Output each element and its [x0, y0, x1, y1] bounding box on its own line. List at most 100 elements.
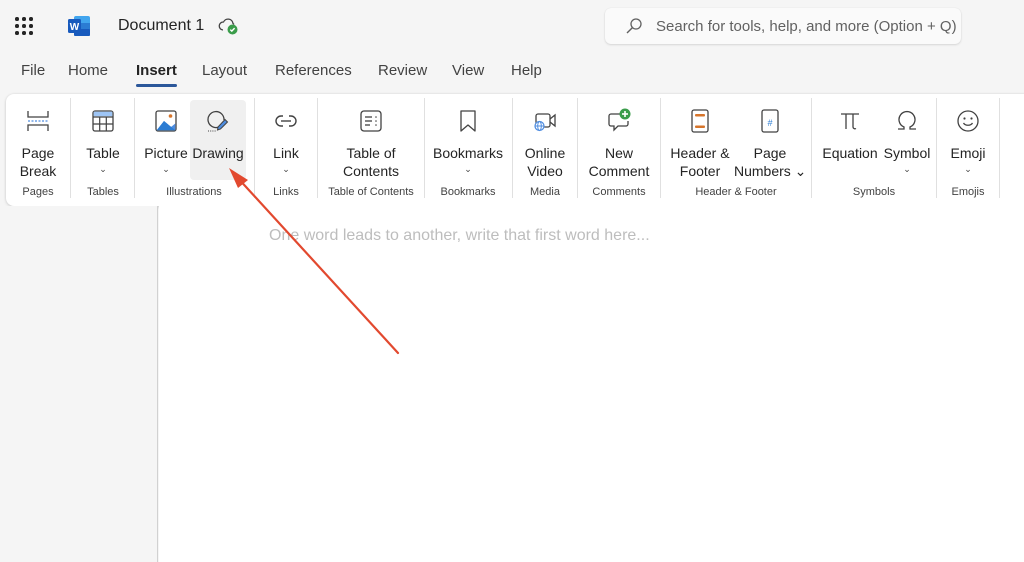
drawing-icon: [207, 110, 229, 132]
tab-review[interactable]: Review: [378, 62, 427, 79]
group-media: Online Video Media: [514, 98, 576, 202]
page-numbers-label-2: Numbers ⌄: [734, 163, 807, 179]
tab-help[interactable]: Help: [511, 62, 542, 79]
group-divider: [660, 98, 661, 198]
online-video-button[interactable]: Online Video: [517, 100, 573, 180]
header-footer-label-1: Header &: [670, 145, 730, 161]
emoji-smiley-icon: [957, 110, 979, 132]
emoji-label: Emoji: [950, 145, 986, 161]
document-placeholder[interactable]: One word leads to another, write that fi…: [269, 227, 650, 245]
ribbon-insert: Page Break Pages Table ⌄ Tables Picture …: [6, 94, 1024, 206]
online-video-icon: [534, 113, 556, 132]
word-logo-icon[interactable]: W: [67, 15, 91, 37]
cloud-saved-icon[interactable]: [218, 16, 240, 36]
new-comment-button[interactable]: New Comment: [583, 100, 655, 180]
document-page[interactable]: One word leads to another, write that fi…: [159, 206, 1024, 562]
title-bar: W Document 1 Search for tools, help, and…: [0, 0, 1024, 52]
symbol-label: Symbol: [883, 145, 931, 161]
tab-file[interactable]: File: [21, 62, 45, 79]
equation-button[interactable]: Equation: [817, 100, 883, 180]
tab-home[interactable]: Home: [68, 62, 108, 79]
table-label: Table: [86, 145, 120, 161]
header-footer-button[interactable]: Header & Footer: [666, 100, 734, 180]
group-comments: New Comment Comments: [579, 98, 659, 202]
chevron-down-icon: ⌄: [964, 164, 972, 174]
svg-text:#: #: [767, 118, 772, 128]
group-symbols: Equation Symbol ⌄ Symbols: [813, 98, 935, 202]
picture-button[interactable]: Picture ⌄: [138, 100, 194, 180]
document-title[interactable]: Document 1: [118, 17, 204, 35]
page-numbers-label-1: Page: [753, 145, 787, 161]
group-links: Link ⌄ Links: [256, 98, 316, 202]
equation-label: Equation: [822, 145, 878, 161]
picture-label: Picture: [144, 145, 188, 161]
chevron-down-icon: ⌄: [903, 164, 911, 174]
header-footer-label-2: Footer: [679, 163, 721, 179]
group-label-bookmarks: Bookmarks: [440, 186, 496, 198]
group-label-media: Media: [530, 186, 560, 198]
online-video-label-2: Video: [527, 163, 563, 179]
group-divider: [70, 98, 71, 198]
table-of-contents-icon: [360, 110, 382, 132]
group-label-illustrations: Illustrations: [166, 186, 222, 198]
tab-layout[interactable]: Layout: [202, 62, 247, 79]
group-label-table-of-contents: Table of Contents: [328, 186, 414, 198]
search-box[interactable]: Search for tools, help, and more (Option…: [605, 8, 961, 44]
symbol-button[interactable]: Symbol ⌄: [879, 100, 935, 180]
new-comment-label-2: Comment: [588, 163, 650, 179]
group-label-tables: Tables: [87, 186, 119, 198]
group-label-header-footer: Header & Footer: [695, 186, 777, 198]
drawing-label: Drawing: [192, 145, 244, 161]
new-comment-icon: [608, 108, 631, 132]
group-divider: [512, 98, 513, 198]
group-divider: [134, 98, 135, 198]
picture-icon: [155, 110, 177, 132]
header-footer-icon: [691, 109, 709, 133]
equation-pi-icon: [841, 113, 859, 130]
group-divider: [936, 98, 937, 198]
bookmarks-button[interactable]: Bookmarks ⌄: [430, 100, 506, 180]
chevron-down-icon: ⌄: [99, 164, 107, 174]
search-placeholder: Search for tools, help, and more (Option…: [656, 18, 957, 35]
table-button[interactable]: Table ⌄: [75, 100, 131, 180]
bookmarks-label: Bookmarks: [432, 145, 504, 161]
group-divider: [254, 98, 255, 198]
bookmark-icon: [460, 110, 476, 132]
group-tables: Table ⌄ Tables: [72, 98, 134, 202]
group-label-comments: Comments: [592, 186, 646, 198]
table-icon: [92, 110, 114, 132]
group-header-footer: Header & Footer # Page Numbers ⌄ Header & …: [662, 98, 810, 202]
link-icon: [275, 115, 297, 127]
drawing-button[interactable]: Drawing: [190, 100, 246, 180]
online-video-label-1: Online: [524, 145, 566, 161]
chevron-down-icon: ⌄: [282, 164, 290, 174]
tab-view[interactable]: View: [452, 62, 484, 79]
group-label-emojis: Emojis: [951, 186, 985, 198]
group-table-of-contents: Table of Contents Table of Contents: [319, 98, 423, 202]
page-break-button[interactable]: Page Break: [10, 100, 66, 180]
link-label: Link: [273, 145, 299, 161]
group-divider: [999, 98, 1000, 198]
tab-references[interactable]: References: [275, 62, 352, 79]
toc-label-2: Contents: [342, 163, 400, 179]
group-label-symbols: Symbols: [852, 186, 896, 198]
search-icon: [626, 18, 642, 34]
tab-insert[interactable]: Insert: [136, 62, 177, 87]
page-break-icon: [27, 111, 49, 131]
omega-symbol-icon: [898, 111, 916, 130]
table-of-contents-button[interactable]: Table of Contents: [339, 100, 403, 180]
page-break-label-2: Break: [19, 163, 57, 179]
svg-text:W: W: [70, 22, 80, 33]
page-numbers-button[interactable]: # Page Numbers ⌄: [734, 100, 806, 180]
link-button[interactable]: Link ⌄: [258, 100, 314, 180]
emoji-button[interactable]: Emoji ⌄: [940, 100, 996, 180]
toc-label-1: Table of: [346, 145, 396, 161]
group-label-pages: Pages: [22, 186, 54, 198]
chevron-down-icon: ⌄: [464, 164, 472, 174]
chevron-down-icon: ⌄: [162, 164, 170, 174]
group-pages: Page Break Pages: [8, 98, 68, 202]
group-illustrations: Picture ⌄ Drawing Illustrations: [136, 98, 252, 202]
group-emojis: Emoji ⌄ Emojis: [938, 98, 998, 202]
new-comment-label-1: New: [604, 145, 633, 161]
app-launcher-icon[interactable]: [15, 17, 33, 35]
